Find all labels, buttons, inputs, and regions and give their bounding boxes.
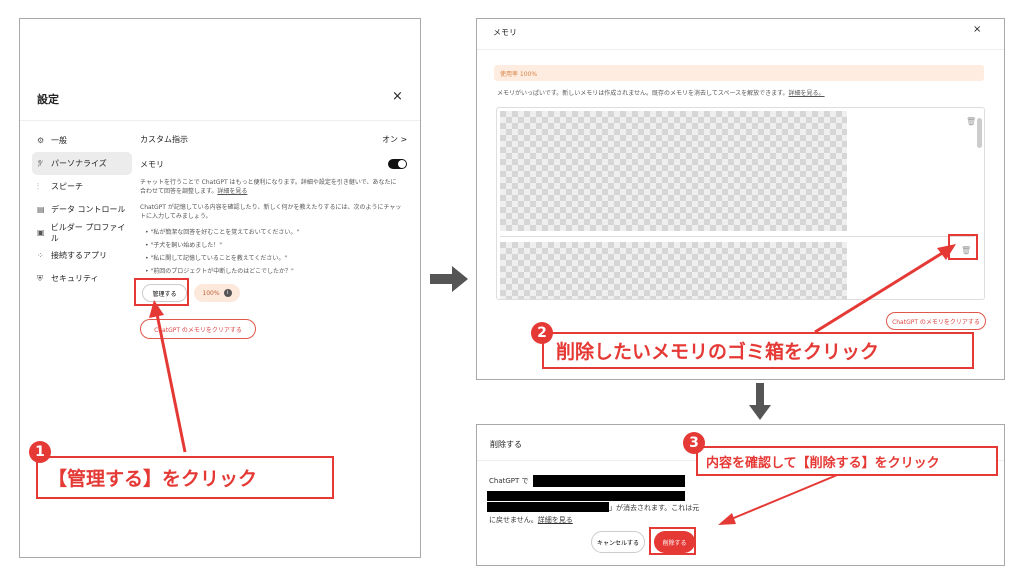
sidebar-item-label: セキュリティ [51,274,99,283]
redacted-text [533,475,685,487]
sidebar-item-label: ビルダー プロファイル [50,222,126,243]
custom-instructions-value[interactable]: オン > [382,134,407,145]
sidebar-item-general[interactable]: ⚙ 一般 [32,129,132,152]
step3-callout: 内容を確認して【削除する】をクリック [696,446,998,476]
close-icon[interactable]: × [392,89,403,104]
learn-more-link[interactable]: 詳細を見る [217,188,247,195]
highlight-delete-button [649,527,696,555]
memory-description: チャットを行うことで ChatGPT はもっと便利になります。詳細や設定を引き継… [140,178,402,196]
custom-instructions-label[interactable]: カスタム指示 [140,134,188,145]
memory-full-text: メモリがいっぱいです。新しいメモリは作成されません。既存のメモリを消去してスペー… [497,90,789,97]
usage-warning-banner: 使用率 100% [494,65,984,81]
settings-title: 設定 [37,93,59,106]
settings-sidebar: ⚙ 一般 ꐕ パーソナライズ ⫶ スピーチ ▤ データ コントロール ▣ ビルダー プロフ… [32,129,132,290]
redacted-memory-content [500,242,847,299]
info-icon[interactable]: i [223,289,232,297]
profile-card-icon: ▣ [37,228,45,237]
trash-icon[interactable]: 🗑 [966,117,976,126]
sidebar-item-label: スピーチ [51,182,83,191]
step3-number: 3 [683,432,705,454]
memory-toggle[interactable] [388,159,407,169]
memory-item: 🗑 [500,111,976,237]
apps-grid-icon: ⁘ [37,251,44,260]
sidebar-item-label: 一般 [51,136,67,145]
memory-description-text: チャットを行うことで ChatGPT はもっと便利になります。詳細や設定を引き継… [140,179,397,195]
learn-more-link[interactable]: 詳細を見る。 [789,90,825,97]
sidebar-item-speech[interactable]: ⫶ スピーチ [32,175,132,198]
divider [20,120,420,121]
divider [477,49,1004,50]
list-item: • "子犬を飼い始めました！" [145,242,222,249]
step1-number: 1 [29,441,51,463]
arrow-down-icon [749,383,771,420]
sidebar-item-label: データ コントロール [51,205,126,214]
memory-label: メモリ [140,160,164,169]
sidebar-item-personalize[interactable]: ꐕ パーソナライズ [32,152,132,175]
list-item: • "私が簡潔な回答を好むことを覚えておいてください。" [145,229,300,236]
annotation-arrow-icon [718,472,843,525]
annotation-arrow-icon [149,300,187,453]
shield-icon: ⛨ [37,273,43,283]
redacted-memory-content [500,111,847,231]
sidebar-item-data-control[interactable]: ▤ データ コントロール [32,198,132,221]
example-list: • "私が簡潔な回答を好むことを覚えておいてください。" • "子犬を飼い始めま… [145,226,395,278]
delete-message-prefix: ChatGPT で「 [489,477,536,485]
delete-dialog-title: 削除する [490,440,522,449]
sidebar-item-security[interactable]: ⛨ セキュリティ [32,267,132,290]
person-icon: ꐕ [37,160,44,169]
gear-icon: ⚙ [37,136,45,145]
memory-dialog-title: メモリ [493,28,517,37]
sidebar-item-connected-apps[interactable]: ⁘ 接続するアプリ [32,244,132,267]
memory-hint: ChatGPT が記憶している内容を確認したり、新しく何かを教えたりするには、次… [140,204,402,220]
step1-callout: 【管理する】をクリック [36,456,334,499]
memory-full-note: メモリがいっぱいです。新しいメモリは作成されません。既存のメモリを消去してスペー… [497,88,825,97]
sidebar-item-builder-profile[interactable]: ▣ ビルダー プロファイル [32,221,132,244]
arrow-right-icon [430,266,468,292]
step2-callout: 削除したいメモリのゴミ箱をクリック [542,332,974,369]
step2-number: 2 [531,322,553,344]
delete-message-suffix: 」が消去されます。これは元 [609,504,700,512]
memory-usage-badge: 100% i [194,284,240,302]
usage-value: 100% [202,289,220,297]
list-item: • "私に関して記憶していることを教えてください。" [145,255,288,262]
sidebar-item-label: 接続するアプリ [51,251,107,260]
list-item: • "前回のプロジェクトが中断したのはどこでしたか？" [145,268,294,275]
cancel-button[interactable]: キャンセルする [591,531,645,553]
waveform-icon: ⫶ [37,181,39,191]
redacted-text [487,502,609,512]
database-icon: ▤ [37,205,45,214]
annotation-arrow-icon [814,244,956,334]
learn-more-link[interactable]: 詳細を見る [538,516,573,524]
delete-message-end: に戻せません。詳細を見る [489,516,573,524]
redacted-text [487,491,685,501]
close-icon[interactable]: × [973,24,981,35]
sidebar-item-label: パーソナライズ [51,159,107,168]
scrollbar[interactable] [977,118,982,148]
